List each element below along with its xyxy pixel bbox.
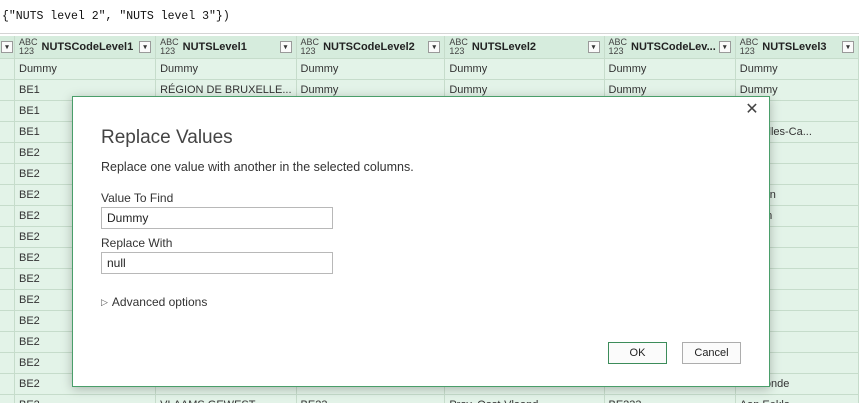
column-header[interactable]: ABC 123 NUTSLevel3 ▾ — [735, 36, 859, 59]
formula-text: {"NUTS level 2", "NUTS level 3"}) — [2, 10, 230, 23]
column-header[interactable]: ABC 123 NUTSLevel1 ▾ — [155, 36, 297, 59]
header-row: ▾ ABC 123 NUTSCodeLevel1 ▾ ABC 123 NUTSLevel1 ▾… — [0, 36, 859, 59]
row-selector[interactable] — [0, 100, 15, 122]
advanced-options-toggle[interactable]: ▷ Advanced options — [101, 295, 207, 309]
table-row[interactable]: BE2VLAAMS GEWESTBE23Prov. Oost-Vlaand...… — [0, 394, 859, 403]
table-cell[interactable]: Dummy — [155, 58, 297, 80]
filter-dropdown-icon[interactable]: ▾ — [139, 40, 152, 53]
filter-dropdown-icon[interactable]: ▾ — [587, 40, 600, 53]
column-header[interactable]: ABC 123 NUTSCodeLevel2 ▾ — [296, 36, 446, 59]
advanced-options-label: Advanced options — [111, 295, 208, 309]
abc-123-type-icon[interactable]: ABC 123 — [301, 37, 320, 56]
table-cell[interactable]: Prov. Oost-Vlaand... — [444, 394, 605, 403]
column-name: NUTSLevel2 — [471, 40, 537, 53]
table-cell[interactable]: Dummy — [604, 58, 736, 80]
row-selector[interactable] — [0, 331, 15, 353]
expand-triangle-icon: ▷ — [101, 296, 108, 307]
column-header[interactable]: ABC 123 NUTSCodeLevel1 ▾ — [14, 36, 157, 59]
table-cell[interactable]: Dummy — [14, 58, 157, 80]
column-header[interactable]: ABC 123 NUTSCodeLev... ▾ — [604, 36, 736, 59]
table-row[interactable]: Dummy Dummy Dummy Dummy Dummy Dummy — [0, 58, 859, 80]
abc-123-type-icon[interactable]: ABC 123 — [19, 37, 38, 56]
column-name: NUTSLevel3 — [762, 40, 827, 53]
row-selector[interactable] — [0, 205, 15, 227]
row-selector[interactable] — [0, 184, 15, 206]
replace-with-input[interactable] — [101, 252, 333, 274]
row-selector[interactable] — [0, 310, 15, 332]
filter-dropdown-icon[interactable]: ▾ — [718, 40, 731, 53]
table-cell[interactable]: Dummy — [444, 58, 605, 80]
row-selector[interactable] — [0, 121, 15, 143]
column-name: NUTSCodeLevel2 — [323, 40, 415, 53]
row-selector[interactable] — [0, 373, 15, 395]
value-to-find-input[interactable] — [101, 207, 333, 229]
table-cell[interactable]: VLAAMS GEWEST — [155, 394, 297, 403]
dialog-description: Replace one value with another in the se… — [101, 160, 414, 174]
row-selector[interactable] — [0, 247, 15, 269]
abc-123-type-icon[interactable]: ABC 123 — [740, 37, 759, 56]
filter-dropdown-icon[interactable]: ▾ — [842, 40, 854, 53]
row-selector-header[interactable]: ▾ — [0, 36, 15, 59]
replace-with-label: Replace With — [101, 236, 173, 250]
column-header[interactable]: ABC 123 NUTSLevel2 ▾ — [444, 36, 605, 59]
row-selector[interactable] — [0, 352, 15, 374]
filter-dropdown-icon[interactable]: ▾ — [428, 40, 441, 53]
value-to-find-label: Value To Find — [101, 191, 174, 205]
row-selector[interactable] — [0, 58, 15, 80]
row-selector[interactable] — [0, 142, 15, 164]
table-cell[interactable]: BE2 — [14, 394, 157, 403]
column-name: NUTSLevel1 — [182, 40, 247, 53]
dialog-title: Replace Values — [101, 127, 233, 148]
table-cell[interactable]: BE23 — [296, 394, 446, 403]
column-name: NUTSCodeLevel1 — [41, 40, 134, 53]
ok-button[interactable]: OK — [608, 342, 667, 364]
formula-bar[interactable]: {"NUTS level 2", "NUTS level 3"}) — [0, 0, 859, 34]
row-selector[interactable] — [0, 163, 15, 185]
table-menu-icon[interactable]: ▾ — [1, 40, 13, 53]
row-selector[interactable] — [0, 394, 15, 403]
abc-123-type-icon[interactable]: ABC 123 — [449, 37, 468, 56]
column-name: NUTSCodeLev... — [631, 40, 716, 53]
table-cell[interactable]: Dummy — [735, 58, 859, 80]
table-cell[interactable]: BE233 — [604, 394, 736, 403]
cancel-button[interactable]: Cancel — [682, 342, 741, 364]
row-selector[interactable] — [0, 268, 15, 290]
abc-123-type-icon[interactable]: ABC 123 — [609, 37, 628, 56]
close-icon[interactable]: ✕ — [743, 101, 761, 119]
table-cell[interactable]: Dummy — [296, 58, 446, 80]
filter-dropdown-icon[interactable]: ▾ — [279, 40, 292, 53]
table-cell[interactable]: Aan Eeklo — [735, 394, 859, 403]
replace-values-dialog: ✕ Replace Values Replace one value with … — [72, 96, 770, 387]
row-selector[interactable] — [0, 226, 15, 248]
row-selector[interactable] — [0, 289, 15, 311]
abc-123-type-icon[interactable]: ABC 123 — [160, 37, 179, 56]
row-selector[interactable] — [0, 79, 15, 101]
